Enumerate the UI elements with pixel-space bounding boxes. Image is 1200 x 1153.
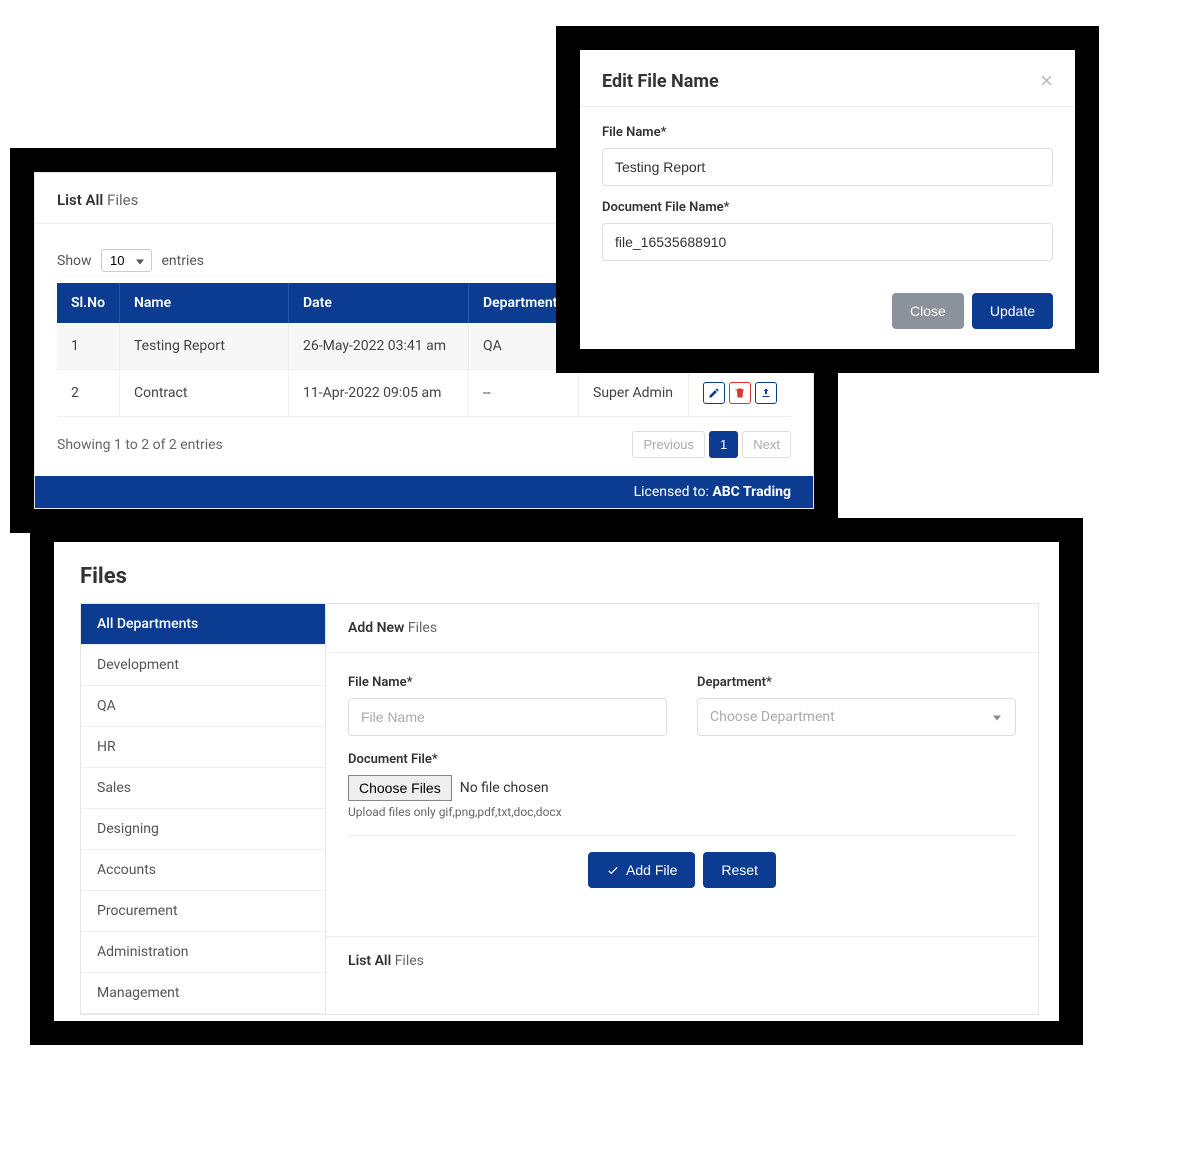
add-file-button[interactable]: Add File bbox=[588, 852, 695, 888]
main-column: Add New Files File Name* Department* Cho… bbox=[325, 603, 1039, 1015]
department-label: Department* bbox=[697, 675, 1016, 690]
cell-date: 26-May-2022 03:41 am bbox=[289, 323, 469, 370]
license-bar: Licensed to: ABC Trading bbox=[35, 476, 813, 508]
col-date[interactable]: Date bbox=[289, 283, 469, 323]
files-page: Files All Departments Development QA HR … bbox=[54, 542, 1059, 1021]
cell-department: -- bbox=[469, 370, 579, 417]
update-button[interactable]: Update bbox=[972, 293, 1053, 329]
reset-button[interactable]: Reset bbox=[703, 852, 776, 888]
cell-slno: 1 bbox=[57, 323, 120, 370]
department-sidebar: All Departments Development QA HR Sales … bbox=[80, 603, 325, 1015]
add-new-header: Add New Files bbox=[326, 604, 1038, 653]
cell-name: Contract bbox=[120, 370, 289, 417]
cell-slno: 2 bbox=[57, 370, 120, 417]
sidebar-item-all-departments[interactable]: All Departments bbox=[81, 604, 325, 645]
col-slno[interactable]: Sl.No bbox=[57, 283, 120, 323]
sidebar-item-qa[interactable]: QA bbox=[81, 686, 325, 727]
list-all-title-suffix: Files bbox=[107, 191, 138, 209]
upload-icon[interactable] bbox=[755, 382, 777, 404]
document-file-label: Document File* bbox=[348, 752, 1016, 767]
show-label: Show bbox=[57, 253, 92, 269]
page-1-button[interactable]: 1 bbox=[709, 431, 738, 458]
trash-icon[interactable] bbox=[729, 382, 751, 404]
cell-name: Testing Report bbox=[120, 323, 289, 370]
close-button[interactable]: Close bbox=[892, 293, 964, 329]
choose-files-button[interactable]: Choose Files bbox=[348, 775, 452, 801]
edit-file-name-modal: Edit File Name × File Name* Document Fil… bbox=[580, 50, 1075, 349]
show-entries: Show 10 entries bbox=[57, 249, 204, 272]
add-file-label: Add File bbox=[626, 862, 677, 878]
license-company: ABC Trading bbox=[712, 484, 791, 500]
sidebar-item-procurement[interactable]: Procurement bbox=[81, 891, 325, 932]
file-chosen-status: No file chosen bbox=[452, 776, 557, 800]
page-title: Files bbox=[54, 542, 1059, 603]
department-select[interactable]: Choose Department bbox=[697, 698, 1016, 736]
cell-department: QA bbox=[469, 323, 579, 370]
sidebar-item-development[interactable]: Development bbox=[81, 645, 325, 686]
previous-button[interactable]: Previous bbox=[632, 431, 705, 458]
sidebar-item-management[interactable]: Management bbox=[81, 973, 325, 1014]
modal-file-name-label: File Name* bbox=[602, 125, 1053, 140]
department-placeholder: Choose Department bbox=[710, 709, 835, 725]
entries-label: entries bbox=[162, 253, 205, 269]
sidebar-item-designing[interactable]: Designing bbox=[81, 809, 325, 850]
cell-uploaded: Super Admin bbox=[579, 370, 689, 417]
table-row: 2 Contract 11-Apr-2022 09:05 am -- Super… bbox=[57, 370, 791, 417]
cell-date: 11-Apr-2022 09:05 am bbox=[289, 370, 469, 417]
row-actions bbox=[703, 382, 777, 404]
col-name[interactable]: Name bbox=[120, 283, 289, 323]
sidebar-item-administration[interactable]: Administration bbox=[81, 932, 325, 973]
file-name-input[interactable] bbox=[348, 698, 667, 736]
list-all-title-prefix: List All bbox=[57, 191, 103, 209]
next-button[interactable]: Next bbox=[742, 431, 791, 458]
modal-title: Edit File Name bbox=[602, 71, 719, 92]
modal-file-name-input[interactable] bbox=[602, 148, 1053, 186]
modal-doc-file-name-input[interactable] bbox=[602, 223, 1053, 261]
check-icon bbox=[606, 863, 620, 877]
add-new-title-suffix: Files bbox=[408, 620, 437, 636]
entries-select[interactable]: 10 bbox=[101, 249, 152, 272]
sidebar-item-accounts[interactable]: Accounts bbox=[81, 850, 325, 891]
upload-hint: Upload files only gif,png,pdf,txt,doc,do… bbox=[348, 805, 1016, 819]
list-all-files-suffix: Files bbox=[395, 953, 424, 969]
list-all-files-prefix: List All bbox=[348, 953, 391, 969]
license-prefix: Licensed to: bbox=[634, 484, 709, 500]
showing-entries-text: Showing 1 to 2 of 2 entries bbox=[57, 437, 223, 453]
close-icon[interactable]: × bbox=[1040, 70, 1053, 92]
modal-doc-file-name-label: Document File Name* bbox=[602, 200, 1053, 215]
file-name-label: File Name* bbox=[348, 675, 667, 690]
list-all-files-header: List All Files bbox=[326, 936, 1038, 985]
pagination: Previous 1 Next bbox=[632, 431, 791, 458]
add-new-title-prefix: Add New bbox=[348, 620, 404, 636]
sidebar-item-sales[interactable]: Sales bbox=[81, 768, 325, 809]
pencil-icon[interactable] bbox=[703, 382, 725, 404]
col-department[interactable]: Department bbox=[469, 283, 579, 323]
sidebar-item-hr[interactable]: HR bbox=[81, 727, 325, 768]
